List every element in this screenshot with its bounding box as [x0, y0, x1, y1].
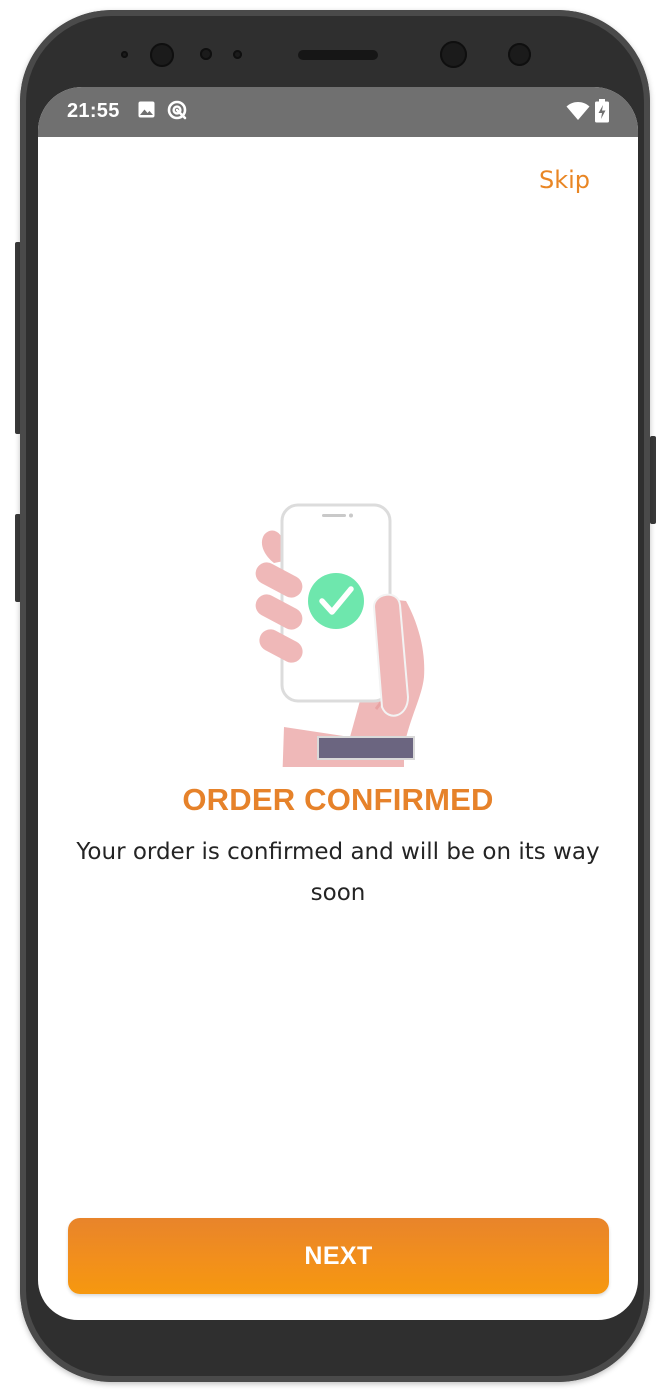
- sync-icon: [167, 100, 187, 120]
- battery-charging-icon: [595, 99, 609, 123]
- status-time: 21:55: [67, 100, 120, 122]
- status-bar: 21:55: [38, 87, 638, 137]
- front-camera: [150, 43, 174, 67]
- hand-holding-phone-check-icon: [255, 503, 425, 767]
- light-sensor: [200, 48, 212, 60]
- sensor-dot: [508, 43, 531, 66]
- confirmation-message: Your order is confirmed and will be on i…: [76, 839, 600, 906]
- image-icon: [138, 101, 155, 118]
- next-button[interactable]: NEXT: [68, 1218, 609, 1294]
- earpiece-speaker: [298, 50, 378, 60]
- power-button: [650, 436, 656, 524]
- skip-button[interactable]: Skip: [539, 166, 590, 194]
- proximity-sensor: [121, 51, 128, 58]
- indicator-dot: [233, 50, 242, 59]
- secondary-camera: [440, 41, 467, 68]
- app-screen: 21:55 Skip ORDER CONFIRMED Your order is…: [38, 87, 638, 1320]
- page-title: ORDER CONFIRMED: [182, 782, 494, 817]
- wifi-icon: [566, 102, 590, 120]
